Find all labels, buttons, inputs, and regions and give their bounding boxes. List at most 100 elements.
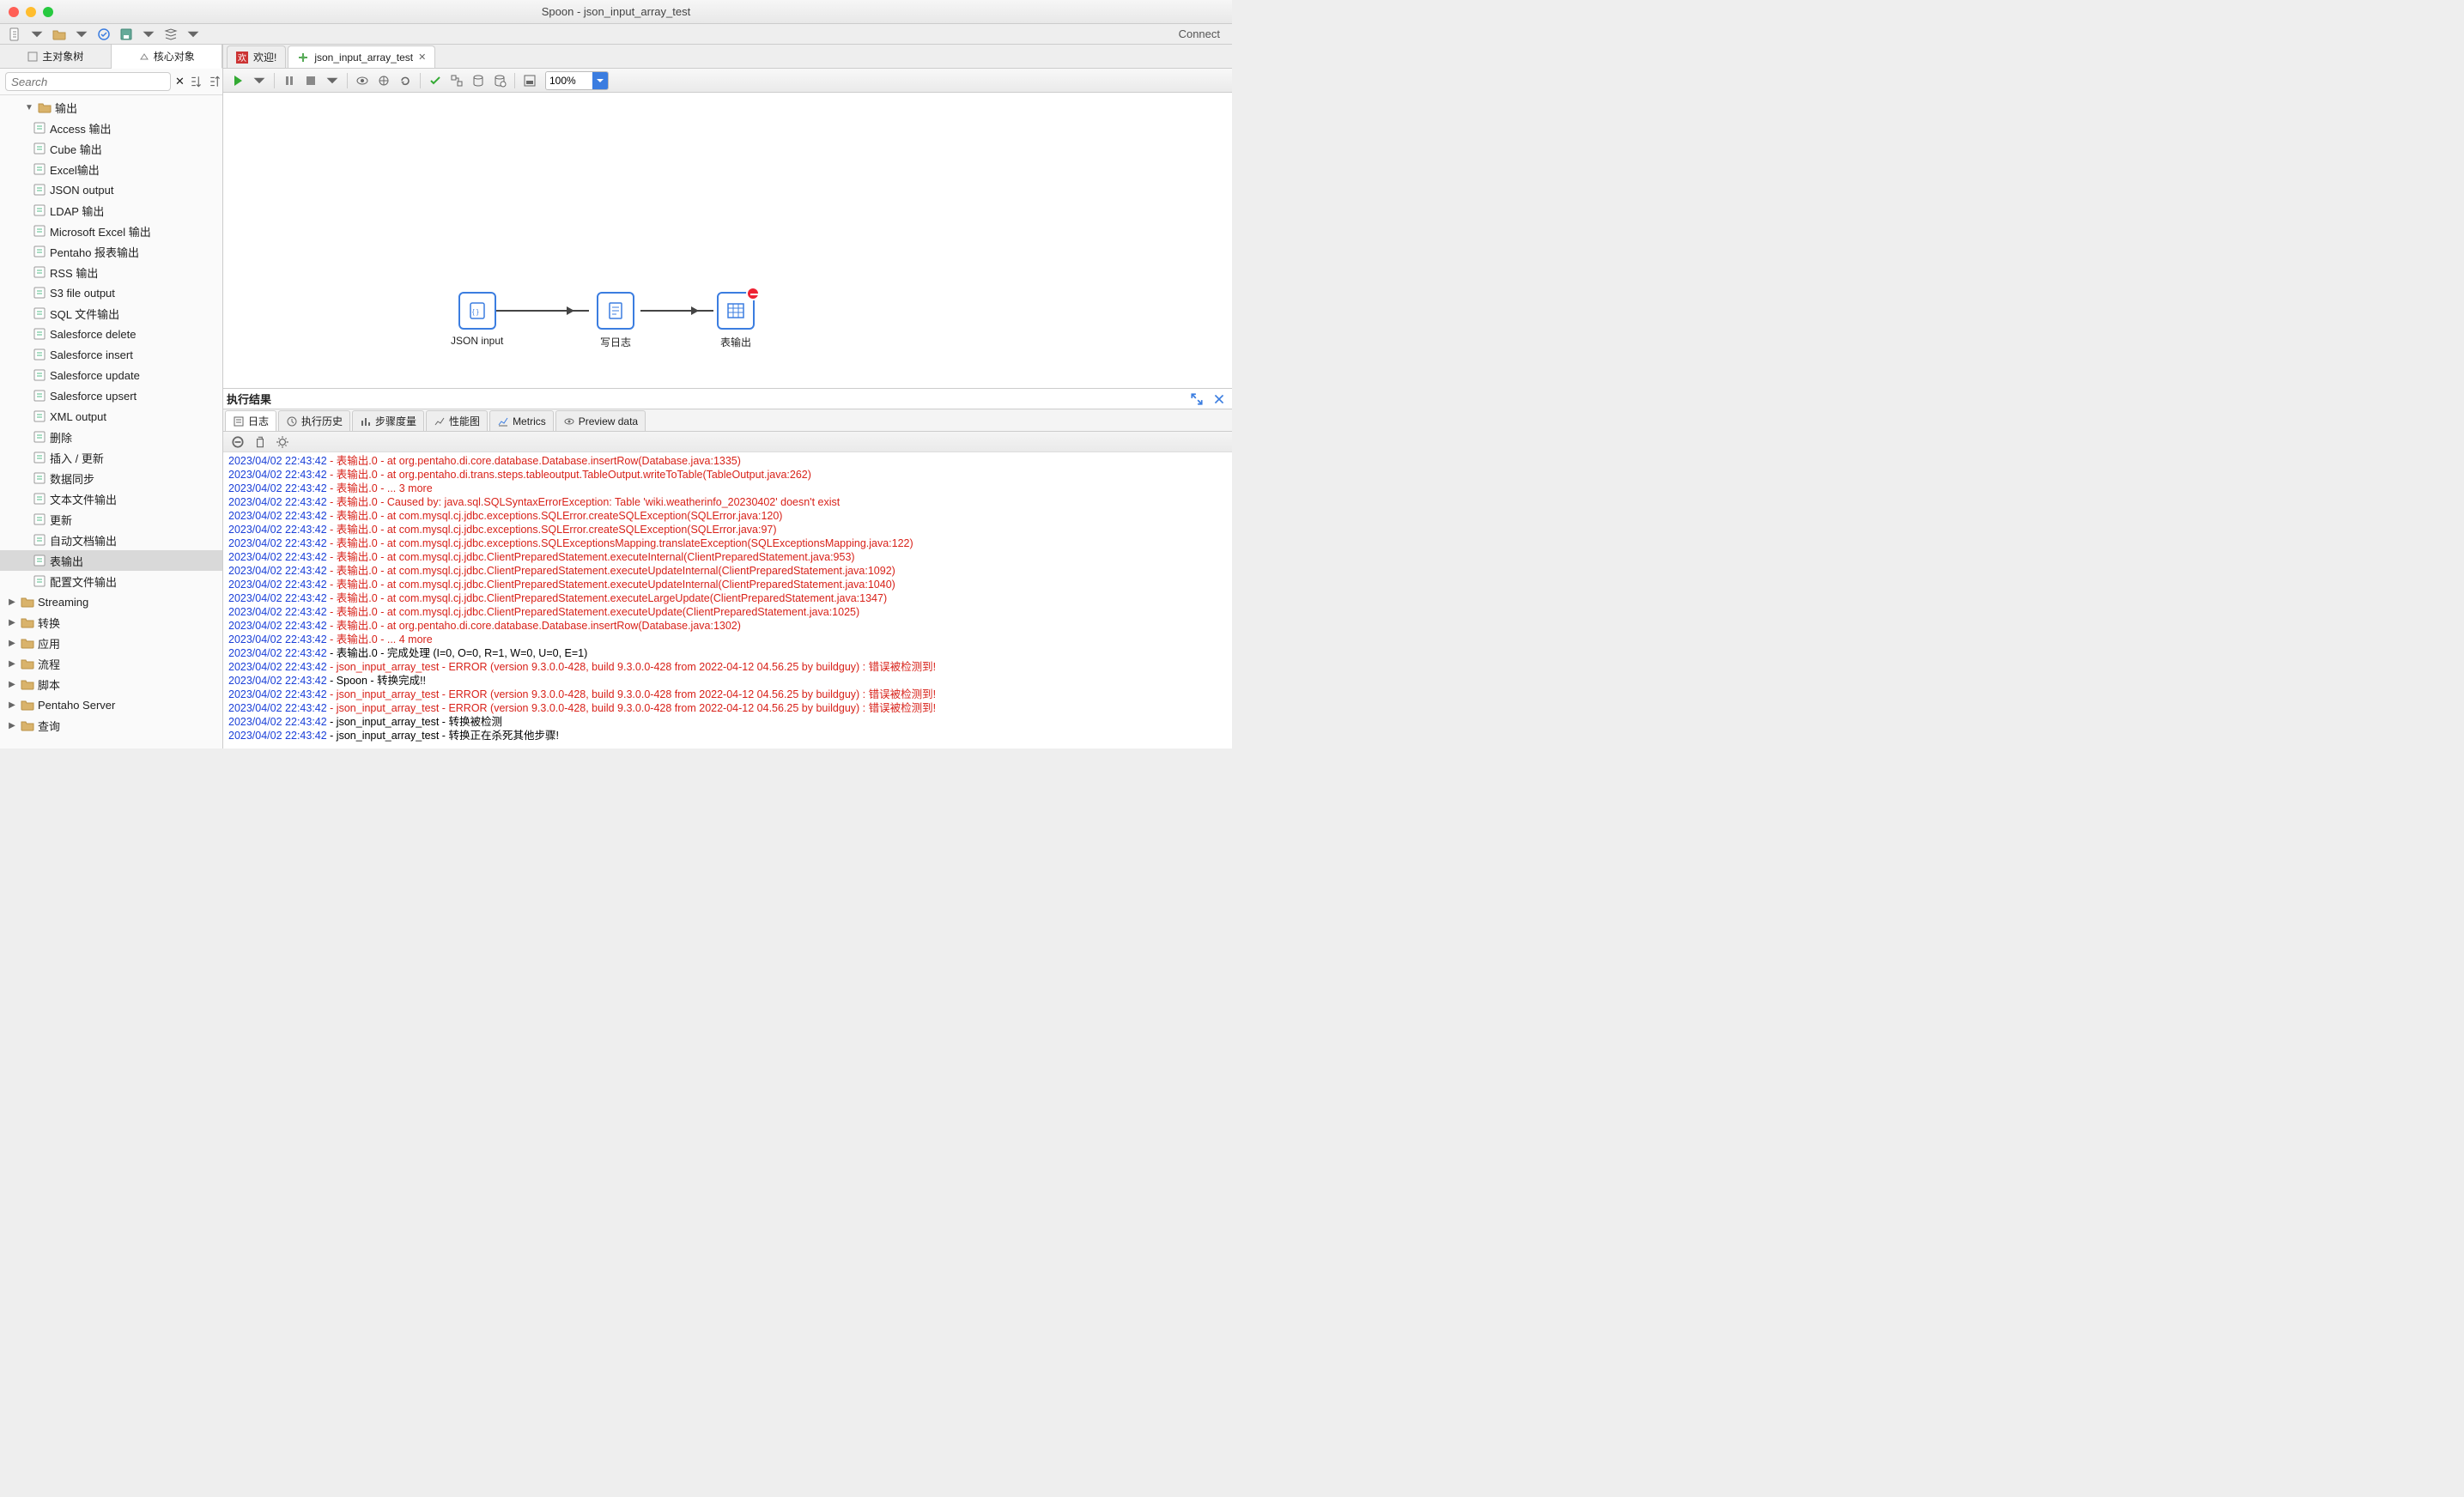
search-input[interactable]	[5, 72, 171, 91]
tree-item--[interactable]: 插入 / 更新	[0, 447, 222, 468]
log-clear-button[interactable]	[251, 433, 270, 452]
save-button[interactable]	[117, 25, 136, 44]
tree-folder--[interactable]: ▶流程	[0, 653, 222, 674]
tab-welcome[interactable]: 欢欢迎!	[227, 45, 286, 68]
tree-item-salesforce-update[interactable]: Salesforce update	[0, 365, 222, 385]
connect-link[interactable]: Connect	[1179, 27, 1227, 40]
tree-item-xml-output[interactable]: XML output	[0, 406, 222, 427]
log-stop-button[interactable]	[228, 433, 247, 452]
results-tab--[interactable]: 执行历史	[278, 410, 350, 431]
tree-folder--[interactable]: ▶查询	[0, 715, 222, 736]
step-icon	[33, 492, 46, 506]
minimize-window-button[interactable]	[26, 7, 36, 17]
new-dropdown-button[interactable]	[27, 25, 46, 44]
tree-item-access-[interactable]: Access 输出	[0, 118, 222, 138]
tree-folder-streaming[interactable]: ▶Streaming	[0, 591, 222, 612]
tree-item-cube-[interactable]: Cube 输出	[0, 138, 222, 159]
transformation-canvas[interactable]: { }JSON input 写日志 表输出	[223, 93, 1232, 388]
arrow-head-icon	[567, 306, 574, 315]
run-button[interactable]	[228, 71, 247, 90]
folder-icon	[21, 677, 34, 691]
stop-button[interactable]	[301, 71, 320, 90]
results-tab--[interactable]: 步骤度量	[352, 410, 424, 431]
zoom-dropdown-button[interactable]	[592, 72, 608, 89]
explore-button[interactable]	[94, 25, 113, 44]
tree-item--[interactable]: 表输出	[0, 550, 222, 571]
tree-item-sql-[interactable]: SQL 文件输出	[0, 303, 222, 324]
step-icon	[33, 574, 46, 588]
tab-core-objects[interactable]: 核心对象	[112, 45, 223, 69]
error-badge-icon	[746, 287, 760, 300]
perspective-button[interactable]	[161, 25, 180, 44]
tree-item-json-output[interactable]: JSON output	[0, 179, 222, 200]
tab-main-object-tree[interactable]: 主对象树	[0, 45, 112, 68]
sidebar: 主对象树 核心对象 ✕ ▼输出 Access 输出Cube 输出Excel输出J…	[0, 45, 223, 748]
tree-item-s3-file-output[interactable]: S3 file output	[0, 282, 222, 303]
verify-button[interactable]	[426, 71, 445, 90]
tree-folder--[interactable]: ▶转换	[0, 612, 222, 633]
tree-item--[interactable]: 自动文档输出	[0, 530, 222, 550]
editor-tabs: 欢欢迎! json_input_array_test✕	[223, 45, 1232, 69]
perspective-dropdown-button[interactable]	[184, 25, 203, 44]
tree-item-microsoft-excel-[interactable]: Microsoft Excel 输出	[0, 221, 222, 241]
open-file-button[interactable]	[50, 25, 69, 44]
tree-item--[interactable]: 文本文件输出	[0, 488, 222, 509]
stop-dropdown-button[interactable]	[323, 71, 342, 90]
collapse-all-button[interactable]	[208, 73, 223, 90]
log-output[interactable]: 2023/04/02 22:43:42 - 表输出.0 - at org.pen…	[223, 452, 1232, 748]
tree-folder-output[interactable]: ▼输出	[0, 97, 222, 118]
log-settings-button[interactable]	[273, 433, 292, 452]
clear-search-button[interactable]: ✕	[174, 73, 185, 90]
tree-folder--[interactable]: ▶脚本	[0, 674, 222, 694]
results-tab--[interactable]: 日志	[225, 410, 276, 431]
tree-item-salesforce-insert[interactable]: Salesforce insert	[0, 344, 222, 365]
tree-item--[interactable]: 删除	[0, 427, 222, 447]
close-window-button[interactable]	[9, 7, 19, 17]
step-icon	[33, 430, 46, 444]
preview-button[interactable]	[353, 71, 372, 90]
tree-item-salesforce-delete[interactable]: Salesforce delete	[0, 324, 222, 344]
open-dropdown-button[interactable]	[72, 25, 91, 44]
tree-folder-pentaho-server[interactable]: ▶Pentaho Server	[0, 694, 222, 715]
expand-all-button[interactable]	[189, 73, 204, 90]
folder-icon	[21, 595, 34, 609]
results-tab--[interactable]: 性能图	[426, 410, 488, 431]
tree-item-salesforce-upsert[interactable]: Salesforce upsert	[0, 385, 222, 406]
svg-text:欢: 欢	[238, 52, 246, 64]
impact-button[interactable]	[447, 71, 466, 90]
table-output-node[interactable]: 表输出	[717, 292, 755, 349]
replay-button[interactable]	[396, 71, 415, 90]
step-icon	[33, 183, 46, 197]
json-input-node[interactable]: { }JSON input	[451, 292, 503, 347]
tree-item--[interactable]: 配置文件输出	[0, 571, 222, 591]
save-dropdown-button[interactable]	[139, 25, 158, 44]
debug-button[interactable]	[374, 71, 393, 90]
results-tab-metrics[interactable]: Metrics	[489, 410, 554, 431]
tree-item--[interactable]: 数据同步	[0, 468, 222, 488]
tab-transformation[interactable]: json_input_array_test✕	[288, 45, 435, 68]
show-results-button[interactable]	[520, 71, 539, 90]
maximize-panel-button[interactable]	[1187, 390, 1206, 409]
tree-folder--[interactable]: ▶应用	[0, 633, 222, 653]
object-tree[interactable]: ▼输出 Access 输出Cube 输出Excel输出JSON outputLD…	[0, 95, 222, 748]
pause-button[interactable]	[280, 71, 299, 90]
new-file-button[interactable]	[5, 25, 24, 44]
close-tab-icon[interactable]: ✕	[418, 52, 426, 63]
run-dropdown-button[interactable]	[250, 71, 269, 90]
tree-item-ldap-[interactable]: LDAP 输出	[0, 200, 222, 221]
sql-button[interactable]	[469, 71, 488, 90]
tree-item--[interactable]: 更新	[0, 509, 222, 530]
tree-item-pentaho-[interactable]: Pentaho 报表输出	[0, 241, 222, 262]
results-tab-preview-data[interactable]: Preview data	[555, 410, 646, 431]
explore-db-button[interactable]	[490, 71, 509, 90]
step-icon	[33, 327, 46, 341]
tree-item-rss-[interactable]: RSS 输出	[0, 262, 222, 282]
log-line: 2023/04/02 22:43:42 - 表输出.0 - at com.mys…	[228, 550, 1227, 564]
log-line: 2023/04/02 22:43:42 - json_input_array_t…	[228, 688, 1227, 701]
write-log-node[interactable]: 写日志	[597, 292, 634, 349]
tree-item-excel-[interactable]: Excel输出	[0, 159, 222, 179]
close-panel-button[interactable]	[1210, 390, 1229, 409]
hop-arrow	[495, 310, 589, 312]
maximize-window-button[interactable]	[43, 7, 53, 17]
zoom-input[interactable]	[546, 72, 592, 89]
